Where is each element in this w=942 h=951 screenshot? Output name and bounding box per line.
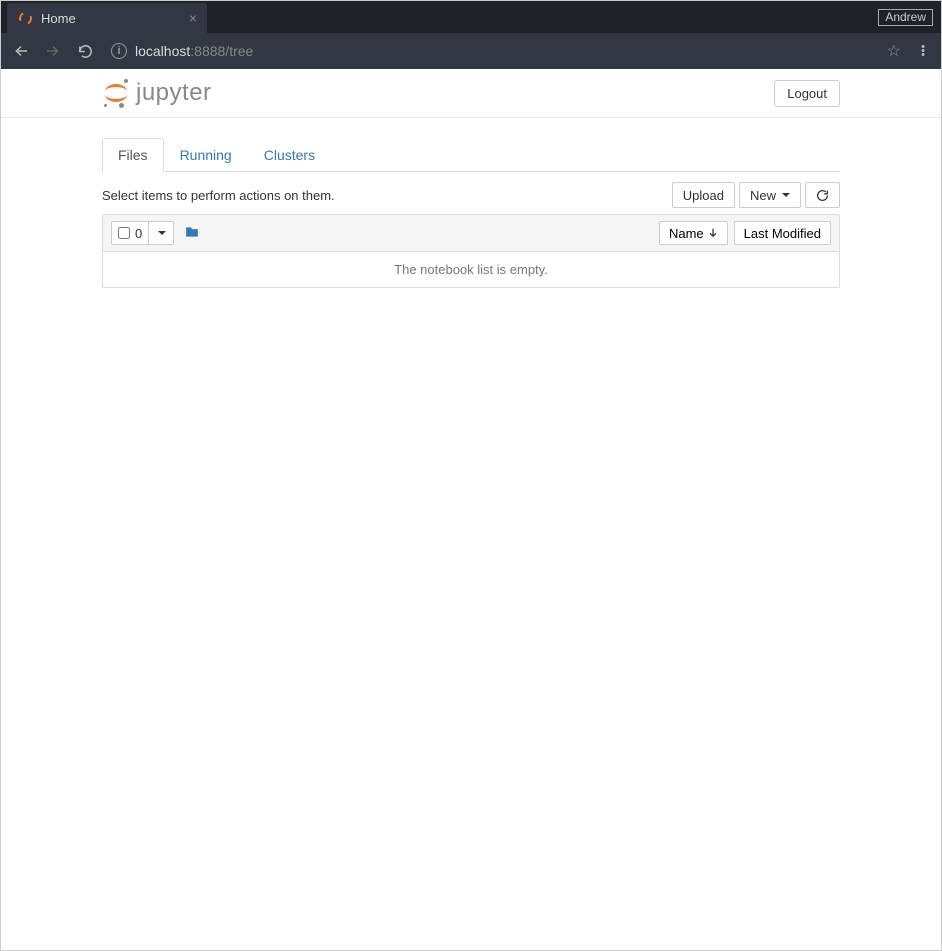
nav-bar: i localhost:8888/tree ☆ ••• xyxy=(1,33,941,69)
caret-down-icon xyxy=(782,193,790,197)
jupyter-logo-icon xyxy=(102,79,130,107)
forward-button[interactable] xyxy=(39,37,67,65)
nav-tabs: Files Running Clusters xyxy=(102,126,840,172)
tab-running[interactable]: Running xyxy=(164,138,248,172)
new-dropdown-button[interactable]: New xyxy=(739,182,801,208)
tab-title: Home xyxy=(41,11,189,26)
breadcrumb-folder-icon[interactable] xyxy=(184,225,200,242)
bookmark-star-icon[interactable]: ☆ xyxy=(881,41,907,61)
tab-clusters[interactable]: Clusters xyxy=(248,138,331,172)
sort-name-button[interactable]: Name xyxy=(659,221,728,245)
main-container: Files Running Clusters Select items to p… xyxy=(87,126,855,288)
list-header: 0 Name Last Modified xyxy=(102,214,840,252)
address-bar[interactable]: i localhost:8888/tree xyxy=(103,37,877,65)
selected-count: 0 xyxy=(135,226,142,241)
new-label: New xyxy=(750,188,776,203)
select-all-checkbox-wrap: 0 xyxy=(112,222,148,244)
close-icon[interactable]: × xyxy=(189,10,197,26)
sort-modified-button[interactable]: Last Modified xyxy=(734,221,831,245)
reload-button[interactable] xyxy=(71,37,99,65)
url-host: localhost xyxy=(135,43,190,59)
caret-down-icon xyxy=(158,231,166,235)
jupyter-favicon xyxy=(17,10,33,26)
tab-files[interactable]: Files xyxy=(102,138,164,172)
upload-button[interactable]: Upload xyxy=(672,182,735,208)
url-path: :8888/tree xyxy=(190,43,253,59)
browser-tab[interactable]: Home × xyxy=(7,3,207,33)
info-icon[interactable]: i xyxy=(111,43,127,59)
user-badge[interactable]: Andrew xyxy=(878,9,933,26)
url-text: localhost:8888/tree xyxy=(135,43,253,59)
browser-menu-icon[interactable]: ••• xyxy=(911,45,935,57)
sort-name-label: Name xyxy=(669,226,704,241)
select-dropdown-button[interactable] xyxy=(148,222,173,244)
hint-text: Select items to perform actions on them. xyxy=(102,188,672,203)
empty-list-message: The notebook list is empty. xyxy=(102,252,840,288)
refresh-button[interactable] xyxy=(805,182,840,208)
select-all-group: 0 xyxy=(111,221,174,245)
jupyter-header: jupyter Logout xyxy=(1,69,941,118)
tab-strip: Home × Andrew xyxy=(1,1,941,33)
jupyter-logo[interactable]: jupyter xyxy=(102,79,212,107)
logout-button[interactable]: Logout xyxy=(774,80,840,107)
toolbar: Select items to perform actions on them.… xyxy=(102,182,840,208)
jupyter-logo-text: jupyter xyxy=(136,79,212,107)
browser-chrome: Home × Andrew i localhost:8888/tree ☆ ••… xyxy=(1,1,941,69)
back-button[interactable] xyxy=(7,37,35,65)
select-all-checkbox[interactable] xyxy=(118,227,130,239)
arrow-down-icon xyxy=(708,226,718,241)
